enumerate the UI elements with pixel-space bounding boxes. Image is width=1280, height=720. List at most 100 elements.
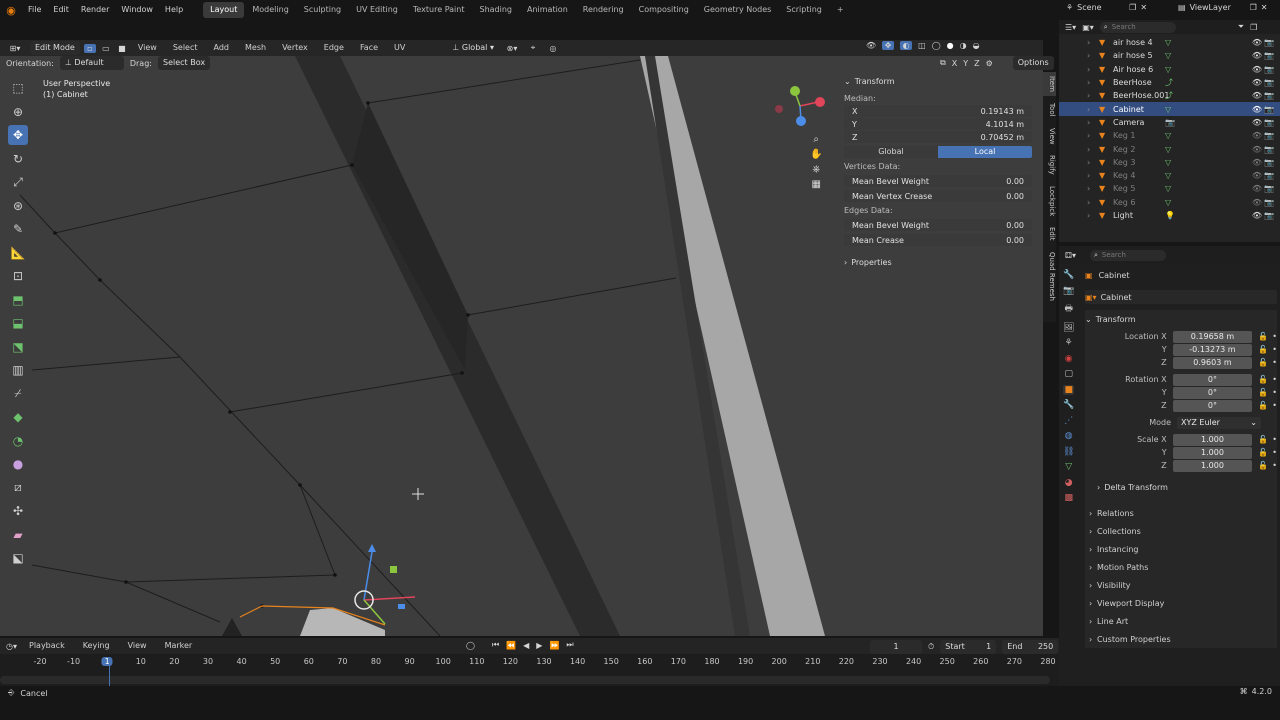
editor-type-icon[interactable]: ⊞▾ <box>4 44 26 53</box>
shrink-fatten-tool-icon[interactable]: ✣ <box>8 501 28 521</box>
rotation-z-field[interactable]: 0° <box>1172 399 1253 412</box>
expand-arrow-icon[interactable]: › <box>1087 65 1099 74</box>
vp-menu-vertex[interactable]: Vertex <box>276 40 314 56</box>
visibility-eye-icon[interactable]: 👁 <box>1252 171 1262 180</box>
pivot-icon[interactable]: ⊗▾ <box>503 44 521 53</box>
knife-tool-icon[interactable]: ⌿ <box>8 384 28 404</box>
expand-arrow-icon[interactable]: › <box>1087 198 1099 207</box>
outliner-row[interactable]: › ▼ Keg 5 ▽ 👁 📷 <box>1059 182 1280 195</box>
visibility-eye-icon[interactable]: 👁 <box>1252 38 1262 47</box>
end-frame-field[interactable]: End 250 <box>1002 640 1059 654</box>
material-shading-icon[interactable]: ◑ <box>960 41 967 50</box>
next-keyframe-icon[interactable]: ⏩ <box>549 641 559 650</box>
scale-tool-icon[interactable]: ⤢ <box>8 172 28 192</box>
tab-lockpick[interactable]: Lockpick <box>1043 182 1056 220</box>
render-camera-icon[interactable]: 📷 <box>1264 91 1274 100</box>
expand-arrow-icon[interactable]: › <box>1087 158 1099 167</box>
rotate-tool-icon[interactable]: ↻ <box>8 149 28 169</box>
keyframe-dot-icon[interactable]: • <box>1272 401 1277 410</box>
section-custom-properties[interactable]: › Custom Properties <box>1085 630 1277 648</box>
gizmo-toggle-icon[interactable]: ✥ <box>882 41 895 50</box>
median-x-field[interactable]: X 0.19143 m <box>844 105 1032 117</box>
collection-tab-icon[interactable]: ▢ <box>1063 369 1074 379</box>
axis-x-toggle[interactable]: X <box>952 59 957 68</box>
expand-arrow-icon[interactable]: › <box>1087 78 1099 87</box>
visibility-eye-icon[interactable]: 👁 <box>1252 158 1262 167</box>
axis-z-toggle[interactable]: Z <box>974 59 979 68</box>
visibility-eye-icon[interactable]: 👁 <box>1252 198 1262 207</box>
outliner-item-name[interactable]: Air hose 6 <box>1113 65 1165 74</box>
zoom-icon[interactable]: ⌕ <box>810 134 822 145</box>
outliner-item-name[interactable]: air hose 5 <box>1113 51 1165 60</box>
jump-start-icon[interactable]: ⏮ <box>492 640 499 650</box>
outliner-item-name[interactable]: Cabinet <box>1113 105 1165 114</box>
orientation-dropdown[interactable]: ⊥ Default <box>59 56 124 70</box>
edge-bevel-weight-field[interactable]: Mean Bevel Weight 0.00 <box>844 219 1032 231</box>
visibility-eye-icon[interactable]: 👁 <box>1252 65 1262 74</box>
visibility-eye-icon[interactable]: 👁 <box>1252 51 1262 60</box>
timeline-menu-keying[interactable]: Keying <box>77 638 116 654</box>
shear-tool-icon[interactable]: ▰ <box>8 525 28 545</box>
render-camera-icon[interactable]: 📷 <box>1264 211 1274 220</box>
lock-icon[interactable]: 🔓 <box>1258 375 1268 384</box>
vertex-bevel-weight-field[interactable]: Mean Bevel Weight 0.00 <box>844 175 1032 187</box>
keyframe-dot-icon[interactable]: • <box>1272 375 1277 384</box>
record-icon[interactable]: ◯ <box>466 641 475 650</box>
rip-region-tool-icon[interactable]: ⬕ <box>8 548 28 568</box>
render-camera-icon[interactable]: 📷 <box>1264 198 1274 207</box>
tab-scripting[interactable]: Scripting <box>779 2 829 18</box>
median-y-field[interactable]: Y 4.1014 m <box>844 118 1032 130</box>
axis-y-toggle[interactable]: Y <box>963 59 968 68</box>
tab-view[interactable]: View <box>1043 124 1056 149</box>
outliner-row[interactable]: › ▼ air hose 4 ▽ 👁 📷 <box>1059 36 1280 49</box>
render-camera-icon[interactable]: 📷 <box>1264 105 1274 114</box>
section-viewport-display[interactable]: › Viewport Display <box>1085 594 1277 612</box>
tool-tab-icon[interactable]: 🔧 <box>1063 270 1074 280</box>
tab-geometry-nodes[interactable]: Geometry Nodes <box>697 2 778 18</box>
vp-menu-view[interactable]: View <box>132 40 163 56</box>
timeline-menu-marker[interactable]: Marker <box>159 638 199 654</box>
vp-menu-select[interactable]: Select <box>167 40 204 56</box>
properties-editor-icon[interactable]: ⚃▾ <box>1065 251 1076 260</box>
vp-menu-face[interactable]: Face <box>354 40 384 56</box>
keyframe-dot-icon[interactable]: • <box>1272 388 1277 397</box>
drag-dropdown[interactable]: Select Box <box>157 56 211 70</box>
outliner-item-name[interactable]: Keg 1 <box>1113 131 1165 140</box>
data-tab-icon[interactable]: ▽ <box>1063 462 1074 472</box>
add-cube-tool-icon[interactable]: ⊡ <box>8 266 28 286</box>
face-select-icon[interactable]: ■ <box>116 44 128 53</box>
start-frame-field[interactable]: Start 1 <box>940 640 997 654</box>
outliner-row[interactable]: › ▼ Keg 6 ▽ 👁 📷 <box>1059 196 1280 209</box>
tab-texture-paint[interactable]: Texture Paint <box>406 2 472 18</box>
outliner-row[interactable]: › ▼ BeerHose ⤴ 👁 📷 <box>1059 76 1280 89</box>
render-camera-icon[interactable]: 📷 <box>1264 38 1274 47</box>
extrude-tool-icon[interactable]: ⬒ <box>8 290 28 310</box>
solid-shading-icon[interactable]: ● <box>947 41 954 50</box>
outliner-item-name[interactable]: Keg 3 <box>1113 158 1165 167</box>
scene-name[interactable]: Scene <box>1077 3 1125 12</box>
outliner-row[interactable]: › ▼ Light 💡 👁 📷 <box>1059 209 1280 222</box>
timeline-menu-view[interactable]: View <box>122 638 153 654</box>
tab-compositing[interactable]: Compositing <box>632 2 696 18</box>
viewlayer-name[interactable]: ViewLayer <box>1190 3 1246 12</box>
visibility-eye-icon[interactable]: 👁 <box>1252 105 1262 114</box>
lock-icon[interactable]: 🔓 <box>1258 332 1268 341</box>
tab-uv-editing[interactable]: UV Editing <box>349 2 405 18</box>
tab-sculpting[interactable]: Sculpting <box>297 2 348 18</box>
outliner-item-name[interactable]: Light <box>1113 211 1165 220</box>
tab-tool[interactable]: Tool <box>1043 99 1056 121</box>
keyframe-dot-icon[interactable]: • <box>1272 435 1277 444</box>
viewlayer-selector[interactable]: ▤ ViewLayer ❐ ✕ <box>1178 3 1267 12</box>
measure-tool-icon[interactable]: 📐 <box>8 243 28 263</box>
outliner-editor-icon[interactable]: ☰▾ <box>1065 23 1076 32</box>
loop-cut-tool-icon[interactable]: ▥ <box>8 360 28 380</box>
spin-tool-icon[interactable]: ◔ <box>8 431 28 451</box>
current-frame-field[interactable]: 1 <box>870 640 922 654</box>
close-scene-icon[interactable]: ✕ <box>1140 3 1147 12</box>
pan-hand-icon[interactable]: ✋ <box>810 149 822 160</box>
section-motion-paths[interactable]: › Motion Paths <box>1085 558 1277 576</box>
inset-tool-icon[interactable]: ⬓ <box>8 313 28 333</box>
material-tab-icon[interactable]: ◕ <box>1063 478 1074 488</box>
xray-icon[interactable]: ◫ <box>918 41 926 50</box>
tab-layout[interactable]: Layout <box>203 2 245 18</box>
